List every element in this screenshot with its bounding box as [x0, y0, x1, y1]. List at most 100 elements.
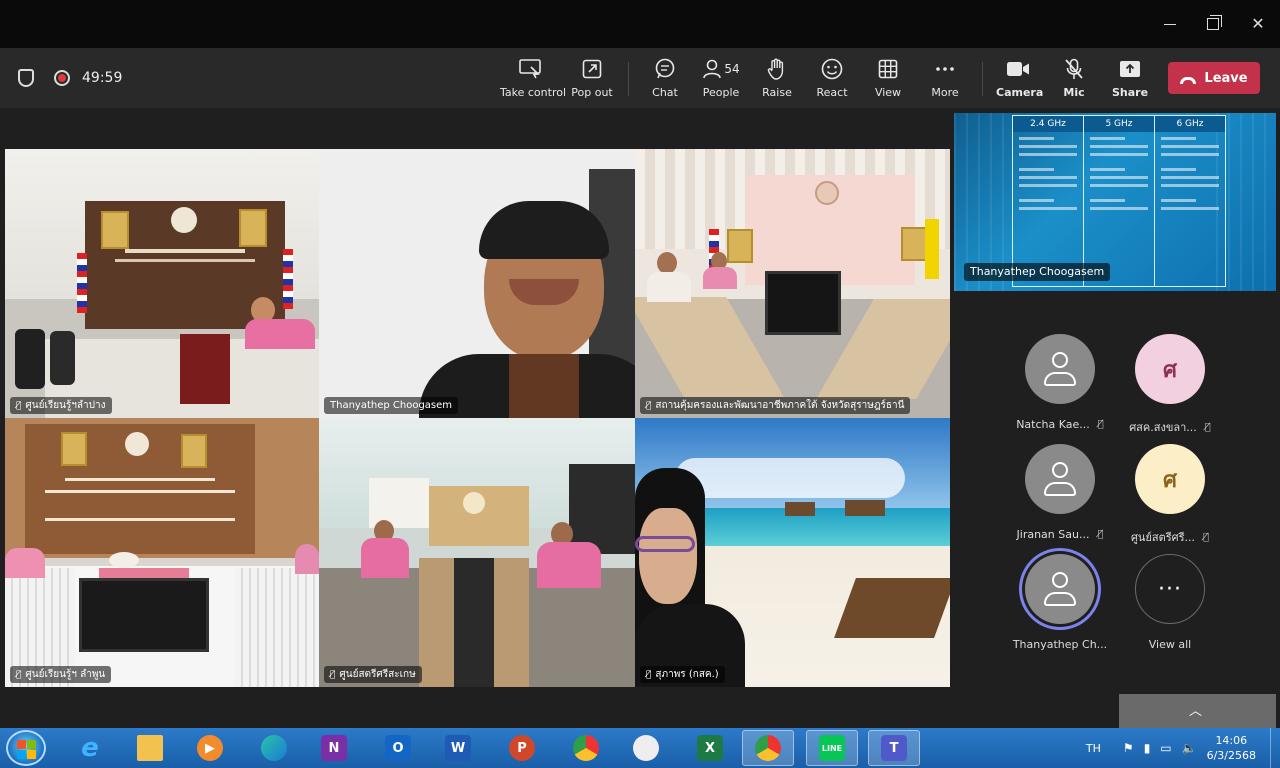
taskbar-chrome[interactable]: [560, 730, 612, 766]
default-avatar-icon: [1025, 444, 1095, 514]
windows-taskbar: e ▶ N O W P X LINE T TH ⚑ ▮ ▭ 🔈 14:06 6/…: [0, 728, 1280, 768]
battery-icon[interactable]: ▮: [1144, 741, 1151, 755]
taskbar-explorer[interactable]: [124, 730, 176, 766]
taskbar-chrome-profile[interactable]: [742, 730, 794, 766]
initial-avatar: ศ: [1135, 444, 1205, 514]
view-label: View: [874, 86, 902, 99]
clock-time: 14:06: [1215, 734, 1248, 747]
taskbar-excel[interactable]: X: [684, 730, 736, 766]
video-tile[interactable]: 🎙̸ สถานคุ้มครองและพัฒนาอาชีพภาคใต้ จังหวั…: [635, 149, 950, 418]
recording-icon: [54, 70, 70, 86]
close-button[interactable]: ✕: [1244, 10, 1272, 38]
taskbar-line[interactable]: LINE: [806, 730, 858, 766]
slide-table: 2.4 GHz 5 GHz 6 GHz: [1012, 115, 1226, 287]
video-tile[interactable]: 🎙̸ ศูนย์เรียนรู้ฯ ลำพูน: [5, 418, 319, 687]
camera-label: Camera: [996, 86, 1044, 99]
language-indicator[interactable]: TH: [1086, 742, 1101, 755]
taskbar-powerpoint[interactable]: P: [496, 730, 548, 766]
shield-icon[interactable]: [18, 69, 34, 87]
people-count: 54: [724, 62, 740, 76]
people-label: People: [702, 86, 740, 99]
share-button[interactable]: Share: [1110, 56, 1150, 102]
people-button[interactable]: 54 People: [698, 56, 744, 102]
grid-icon: [868, 56, 908, 82]
mic-off-icon: 🎙̸: [646, 670, 652, 680]
take-control-button[interactable]: Take control: [500, 56, 566, 102]
show-desktop-button[interactable]: [1270, 728, 1280, 768]
outlook-icon: O: [385, 735, 411, 761]
pop-out-button[interactable]: Pop out: [570, 56, 614, 102]
title-bar: ✕: [0, 0, 1280, 48]
edge-icon: [261, 735, 287, 761]
camera-button[interactable]: Camera: [996, 56, 1044, 102]
start-button[interactable]: [6, 730, 46, 766]
participant-avatar[interactable]: ศ ศสค.สงขลา... 🎙̸: [1120, 334, 1220, 436]
view-all-label: View all: [1148, 638, 1192, 651]
onenote-icon: N: [321, 735, 347, 761]
taskbar-ie[interactable]: e: [64, 730, 116, 766]
excel-icon: X: [697, 735, 723, 761]
self-view-preview[interactable]: ︿: [1119, 694, 1276, 728]
restore-icon: [1207, 18, 1219, 30]
media-player-icon: ▶: [197, 735, 223, 761]
video-tile[interactable]: Thanyathep Choogasem: [319, 149, 635, 418]
participant-avatar[interactable]: Jiranan Sau... 🎙̸: [1010, 444, 1110, 541]
powerpoint-icon: P: [509, 735, 535, 761]
more-button[interactable]: More: [924, 56, 966, 102]
taskbar-paint[interactable]: [620, 730, 672, 766]
teams-meeting-window: ✕ 49:59 Take control Pop out Chat 54 Peo…: [0, 0, 1280, 728]
raise-hand-button[interactable]: Raise: [757, 56, 797, 102]
slide-column-header: 6 GHz: [1155, 116, 1225, 132]
raise-label: Raise: [762, 86, 792, 99]
mic-off-icon: 🎙̸: [16, 670, 22, 680]
taskbar-outlook[interactable]: O: [372, 730, 424, 766]
video-tile[interactable]: 🎙̸ สุภาพร (กสค.): [635, 418, 950, 687]
mic-off-icon: 🎙̸: [1097, 529, 1104, 540]
video-tile[interactable]: 🎙̸ ศูนย์สตรีศรีสะเกษ: [319, 418, 635, 687]
raise-hand-icon: [757, 56, 797, 82]
network-flag-icon[interactable]: ⚑: [1123, 741, 1134, 755]
chevron-up-icon[interactable]: ︿: [1189, 700, 1202, 719]
participant-avatar-speaking[interactable]: Thanyathep Ch...: [1010, 554, 1110, 651]
restore-button[interactable]: [1200, 10, 1228, 38]
participant-name-tag: 🎙̸ สุภาพร (กสค.): [640, 666, 725, 683]
participant-avatar[interactable]: Natcha Kae... 🎙̸: [1010, 334, 1110, 431]
video-tile[interactable]: 🎙̸ ศูนย์เรียนรู้ฯลำปาง: [5, 149, 319, 418]
leave-button[interactable]: Leave: [1168, 62, 1260, 94]
chrome-icon: [755, 735, 781, 761]
mic-off-icon: 🎙̸: [16, 401, 22, 411]
toolbar-divider: [628, 62, 629, 96]
slide-column-header: 2.4 GHz: [1013, 116, 1083, 132]
taskbar-clock[interactable]: 14:06 6/3/2568: [1207, 733, 1256, 763]
taskbar-teams[interactable]: T: [868, 730, 920, 766]
chat-label: Chat: [652, 86, 678, 99]
taskbar-media-player[interactable]: ▶: [184, 730, 236, 766]
react-button[interactable]: React: [812, 56, 852, 102]
more-label: More: [931, 86, 959, 99]
minimize-button[interactable]: [1156, 10, 1184, 38]
mic-off-icon: 🎙̸: [1203, 531, 1210, 543]
view-all-button[interactable]: ··· View all: [1120, 554, 1220, 651]
volume-icon[interactable]: 🔈: [1182, 741, 1197, 755]
windows-logo-icon: [17, 740, 26, 749]
participant-name-tag: 🎙̸ ศูนย์เรียนรู้ฯลำปาง: [10, 397, 112, 414]
shared-screen-preview[interactable]: 2.4 GHz 5 GHz 6 GHz Thanyathep Choogasem: [954, 113, 1276, 291]
more-icon: ···: [1135, 554, 1205, 624]
participant-avatar[interactable]: ศ ศูนย์สตรีศรี... 🎙̸: [1120, 444, 1220, 546]
view-button[interactable]: View: [868, 56, 908, 102]
toolbar-divider: [982, 62, 983, 96]
chat-button[interactable]: Chat: [645, 56, 685, 102]
participant-name: ศูนย์สตรีศรี...: [1130, 531, 1196, 544]
system-tray: TH ⚑ ▮ ▭ 🔈 14:06 6/3/2568: [1086, 728, 1280, 768]
camera-icon: [996, 56, 1040, 82]
taskbar-edge[interactable]: [248, 730, 300, 766]
paint-icon: [633, 735, 659, 761]
chat-icon: [645, 56, 685, 82]
taskbar-word[interactable]: W: [432, 730, 484, 766]
taskbar-onenote[interactable]: N: [308, 730, 360, 766]
network-icon[interactable]: ▭: [1160, 741, 1171, 755]
mic-button[interactable]: Mic: [1056, 56, 1092, 102]
mic-off-icon: 🎙̸: [330, 670, 336, 680]
participant-name: ศสค.สงขลา...: [1129, 421, 1197, 434]
participant-name-tag: 🎙̸ ศูนย์สตรีศรีสะเกษ: [324, 666, 422, 683]
